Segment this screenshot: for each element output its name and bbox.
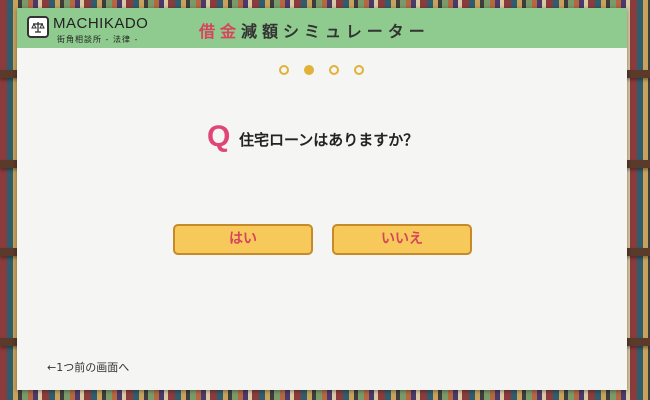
- question-text: 住宅ローンはありますか？: [239, 131, 419, 149]
- progress-dots: [279, 65, 369, 77]
- progress-dot: [279, 65, 289, 75]
- progress-dot: [354, 65, 364, 75]
- yes-button[interactable]: はい: [173, 224, 313, 255]
- progress-dot-active: [304, 65, 314, 75]
- back-link[interactable]: ←1つ前の画面へ: [47, 359, 129, 375]
- header-bar: MACHIKADO 街角相談所 - 法律 - 借金減額シミュレーター: [17, 8, 627, 48]
- logo-subtitle: 街角相談所 - 法律 -: [57, 35, 139, 44]
- question-mark: Q: [207, 120, 231, 153]
- scales-icon: [27, 16, 49, 38]
- title-rest: 減額シミュレーター: [241, 22, 430, 41]
- logo-name: MACHIKADO: [53, 15, 149, 32]
- title-accent: 借金: [199, 22, 242, 41]
- page-title: 借金減額シミュレーター: [199, 18, 430, 42]
- no-button[interactable]: いいえ: [332, 224, 472, 255]
- logo[interactable]: MACHIKADO 街角相談所 - 法律 -: [27, 15, 157, 44]
- progress-dot: [329, 65, 339, 75]
- simulator-card: MACHIKADO 街角相談所 - 法律 - 借金減額シミュレーター Q 住宅ロ…: [17, 8, 627, 390]
